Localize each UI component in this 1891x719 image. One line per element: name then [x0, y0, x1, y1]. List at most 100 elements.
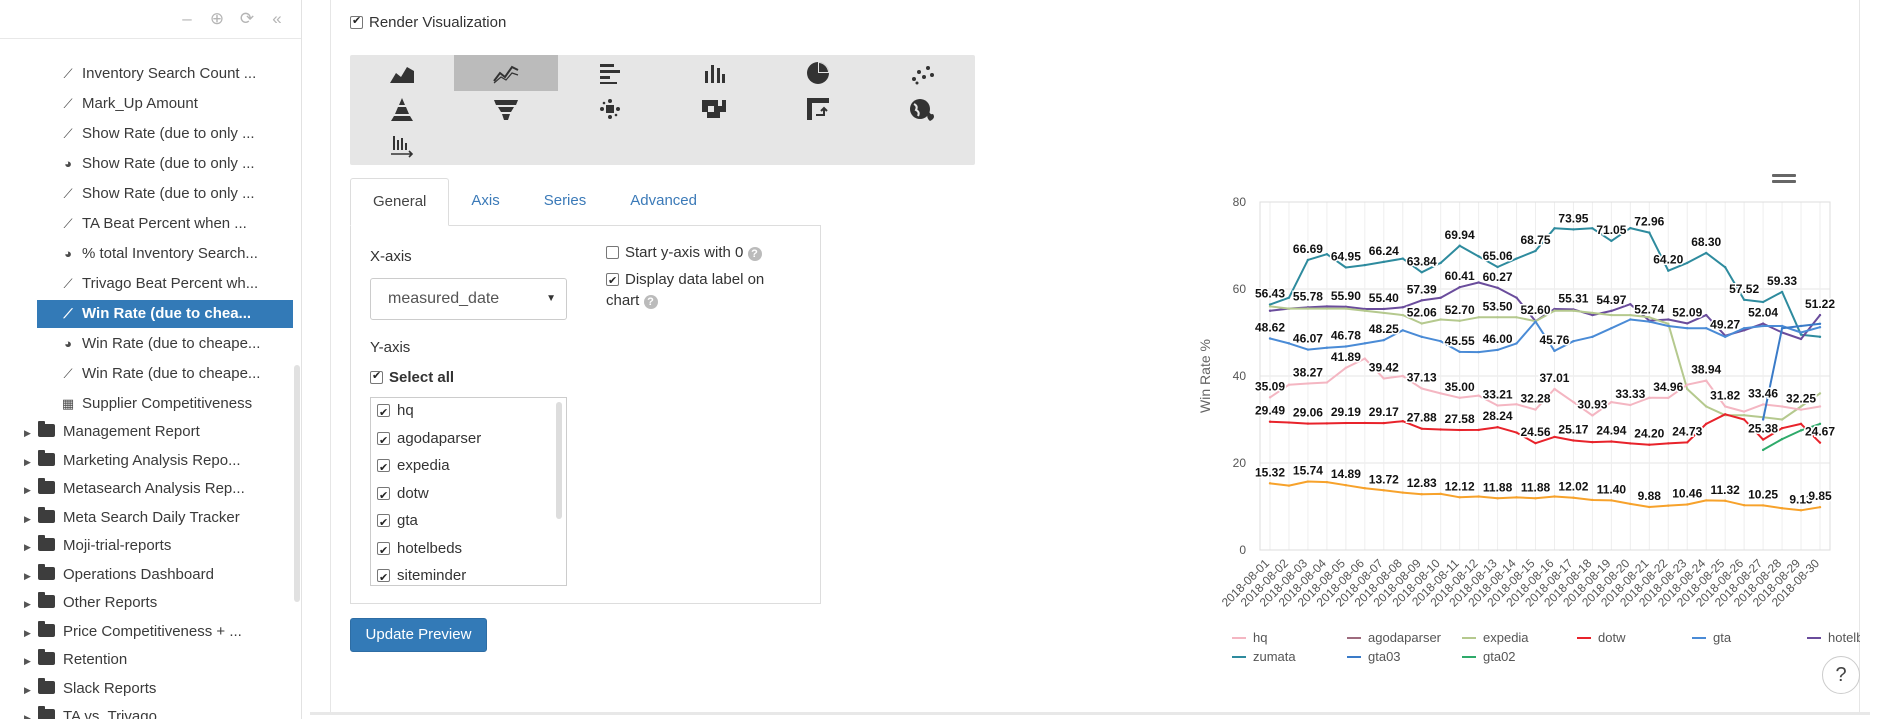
sidebar-folder[interactable]: ▶ Slack Reports — [24, 675, 290, 703]
caret-right-icon[interactable]: ▶ — [24, 419, 38, 447]
caret-right-icon[interactable]: ▶ — [24, 619, 38, 647]
data-point-zumata — [1534, 249, 1537, 253]
data-point-gta03 — [1799, 324, 1803, 328]
y-axis-option-checkbox[interactable] — [377, 567, 390, 585]
y-axis-list-scrollbar[interactable] — [556, 402, 562, 519]
caret-right-icon[interactable]: ▶ — [24, 676, 38, 704]
help-button[interactable]: ? — [1822, 656, 1860, 694]
sidebar-folder[interactable]: ▶ TA vs. Trivago — [24, 703, 290, 719]
y-axis-option-checkbox[interactable] — [377, 430, 390, 452]
y-axis-option[interactable]: gta — [377, 510, 418, 534]
sidebar-folder[interactable]: ▶ Management Report — [24, 418, 290, 446]
chart-menu-icon[interactable] — [1772, 174, 1796, 188]
data-point-siteminder — [1382, 489, 1385, 492]
y-axis-option[interactable]: agodaparser — [377, 428, 481, 452]
sidebar-folder[interactable]: ▶ Retention — [24, 646, 290, 674]
y-axis-option[interactable]: siteminder — [377, 565, 466, 585]
caret-right-icon[interactable]: ▶ — [24, 704, 38, 719]
legend-item: hq — [1253, 630, 1267, 645]
sidebar-report-item[interactable]: ⟋ Inventory Search Count ... — [60, 60, 290, 88]
sidebar-folder[interactable]: ▶ Meta Search Daily Tracker — [24, 504, 290, 532]
collapse-sidebar-icon[interactable]: « — [267, 9, 287, 29]
select-all-toggle[interactable]: Select all — [370, 369, 454, 386]
sidebar-report-item[interactable]: ▦ Supplier Competitiveness — [60, 390, 290, 418]
data-label: 53.50 — [1483, 299, 1513, 313]
update-preview-button[interactable]: Update Preview — [350, 618, 487, 652]
refresh-icon[interactable]: ⟳ — [237, 9, 257, 29]
sidebar-scrollbar[interactable] — [294, 365, 300, 602]
caret-right-icon[interactable]: ▶ — [24, 476, 38, 504]
viz-histogram[interactable] — [350, 127, 454, 163]
sidebar-report-item[interactable]: ⟋ Mark_Up Amount — [60, 90, 290, 118]
data-point-hq — [1667, 396, 1670, 400]
sidebar-folder-label: Slack Reports — [63, 679, 157, 697]
caret-right-icon[interactable]: ▶ — [24, 505, 38, 533]
render-visualization-checkbox[interactable] — [350, 14, 363, 29]
sidebar-folder[interactable]: ▶ Moji-trial-reports — [24, 532, 290, 560]
viz-bar-chart[interactable] — [558, 55, 662, 91]
viz-heatmap[interactable] — [662, 91, 766, 127]
data-label: 38.94 — [1691, 363, 1721, 377]
data-point-hotelbeds — [1401, 306, 1404, 309]
data-point-hotelbeds — [1458, 286, 1461, 289]
data-label: 68.30 — [1691, 235, 1721, 249]
y-axis-option-checkbox[interactable] — [377, 485, 390, 507]
y-axis-option[interactable]: hotelbeds — [377, 538, 462, 562]
data-point-gta — [1268, 337, 1272, 340]
box-plot-icon — [600, 99, 620, 119]
render-visualization-toggle[interactable]: Render Visualization — [350, 14, 506, 31]
sidebar-folder[interactable]: ▶ Other Reports — [24, 589, 290, 617]
sidebar-report-item[interactable]: ⟋ TA Beat Percent when ... — [60, 210, 290, 238]
y-axis-option-checkbox[interactable] — [377, 512, 390, 534]
y-axis-option-checkbox[interactable] — [377, 402, 390, 424]
viz-pivot-table[interactable] — [766, 91, 870, 127]
sidebar-report-item[interactable]: ⟋ Win Rate (due to cheape... — [60, 360, 290, 388]
sidebar-report-item[interactable]: ⟋ Win Rate (due to chea... — [37, 300, 293, 328]
sidebar-report-item[interactable]: ⟋ Show Rate (due to only ... — [60, 180, 290, 208]
select-all-checkbox[interactable] — [370, 369, 383, 384]
caret-right-icon[interactable]: ▶ — [24, 448, 38, 476]
display-data-label-option[interactable]: Display data label on chart ? — [606, 269, 764, 311]
help-icon[interactable]: ? — [747, 247, 762, 261]
tab-advanced[interactable]: Advanced — [608, 178, 719, 226]
viz-column-chart[interactable] — [662, 55, 766, 91]
y-axis-option-checkbox[interactable] — [377, 457, 390, 479]
start-y-zero-option[interactable]: Start y-axis with 0 ? — [606, 242, 762, 263]
sidebar-folder[interactable]: ▶ Marketing Analysis Repo... — [24, 447, 290, 475]
viz-line-chart[interactable] — [454, 55, 558, 91]
locate-icon[interactable]: ⊕ — [207, 9, 227, 29]
y-axis-option-checkbox[interactable] — [377, 540, 390, 562]
caret-right-icon[interactable]: ▶ — [24, 647, 38, 675]
viz-scatter-chart[interactable] — [870, 55, 974, 91]
start-y-zero-checkbox[interactable] — [606, 246, 619, 259]
data-point-gta — [1306, 348, 1310, 351]
tab-series[interactable]: Series — [522, 178, 609, 226]
x-axis-select[interactable]: measured_date ▼ — [370, 278, 567, 320]
viz-funnel-chart[interactable] — [454, 91, 558, 127]
viz-pie-chart[interactable] — [766, 55, 870, 91]
sidebar-report-item[interactable]: ⟋ Show Rate (due to only ... — [60, 120, 290, 148]
caret-right-icon[interactable]: ▶ — [24, 533, 38, 561]
sidebar-report-item[interactable]: ⟋ Trivago Beat Percent wh... — [60, 270, 290, 298]
tab-general[interactable]: General — [350, 178, 450, 226]
y-axis-option[interactable]: hq — [377, 400, 414, 424]
sidebar-report-item[interactable]: ◕ % total Inventory Search... — [60, 240, 290, 268]
minimize-icon[interactable]: – — [177, 9, 197, 29]
viz-geo-map[interactable] — [870, 91, 974, 127]
viz-area-chart[interactable] — [350, 55, 454, 91]
help-icon[interactable]: ? — [643, 295, 658, 309]
viz-pyramid-chart[interactable] — [350, 91, 454, 127]
caret-right-icon[interactable]: ▶ — [24, 562, 38, 590]
tab-axis[interactable]: Axis — [449, 178, 521, 226]
display-data-label-checkbox[interactable] — [606, 271, 619, 292]
caret-right-icon[interactable]: ▶ — [24, 590, 38, 618]
sidebar-folder[interactable]: ▶ Operations Dashboard — [24, 561, 290, 589]
viz-box-plot[interactable] — [558, 91, 662, 127]
y-axis-option[interactable]: expedia — [377, 455, 450, 479]
y-axis-option[interactable]: dotw — [377, 483, 429, 507]
sidebar-report-item[interactable]: ◕ Show Rate (due to only ... — [60, 150, 290, 178]
sidebar-folder[interactable]: ▶ Price Competitiveness + ... — [24, 618, 290, 646]
sidebar-folder[interactable]: ▶ Metasearch Analysis Rep... — [24, 475, 290, 503]
data-point-siteminder — [1629, 502, 1632, 506]
sidebar-report-item[interactable]: ◕ Win Rate (due to cheape... — [60, 330, 290, 358]
